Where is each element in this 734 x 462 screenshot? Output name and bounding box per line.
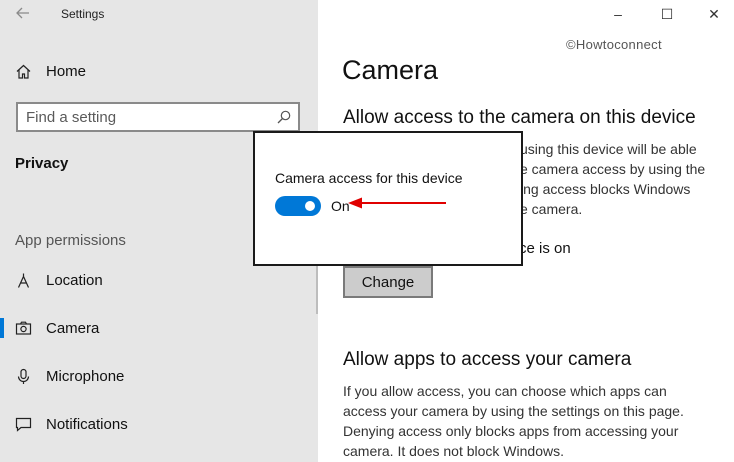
sidebar-item-camera[interactable]: Camera bbox=[0, 310, 318, 346]
minimize-button[interactable]: – bbox=[604, 4, 632, 24]
app-title: Settings bbox=[61, 7, 105, 21]
section-title: Privacy bbox=[15, 155, 69, 172]
sidebar-item-home[interactable]: Home bbox=[0, 53, 318, 89]
change-button[interactable]: Change bbox=[343, 266, 433, 298]
sidebar-item-label: Location bbox=[46, 271, 103, 289]
search-input[interactable] bbox=[26, 107, 266, 127]
active-indicator bbox=[0, 318, 4, 338]
device-access-description: using this device will be able e camera … bbox=[520, 139, 720, 219]
camera-access-toggle[interactable] bbox=[275, 196, 321, 216]
page-title: Camera bbox=[342, 55, 439, 85]
sidebar-item-label: Notifications bbox=[46, 415, 128, 433]
search-icon[interactable] bbox=[276, 109, 292, 125]
microphone-icon bbox=[14, 367, 32, 385]
section-heading-device-access: Allow access to the camera on this devic… bbox=[343, 107, 696, 128]
toggle-knob bbox=[305, 201, 315, 211]
home-icon bbox=[14, 62, 32, 80]
description-line: e camera access by using the bbox=[520, 161, 706, 177]
watermark: ©Howtoconnect bbox=[566, 37, 662, 52]
location-icon bbox=[14, 271, 32, 289]
maximize-button[interactable]: ☐ bbox=[653, 4, 681, 24]
description-line: e camera. bbox=[520, 201, 583, 217]
device-access-status: ce is on bbox=[519, 240, 571, 257]
sidebar-scrollbar[interactable] bbox=[316, 258, 318, 314]
description-line: using this device will be able bbox=[520, 141, 697, 157]
description-line: ing access blocks Windows bbox=[520, 181, 691, 197]
sidebar-item-notifications[interactable]: Notifications bbox=[0, 406, 318, 442]
red-arrow-annotation bbox=[348, 197, 446, 209]
sidebar-item-location[interactable]: Location bbox=[0, 262, 318, 298]
section-heading-app-access: Allow apps to access your camera bbox=[343, 349, 632, 370]
sidebar-item-label: Microphone bbox=[46, 367, 125, 385]
close-button[interactable]: ✕ bbox=[700, 4, 728, 24]
camera-icon bbox=[14, 319, 32, 337]
search-box[interactable] bbox=[16, 102, 300, 132]
app-access-description: If you allow access, you can choose whic… bbox=[343, 383, 684, 459]
dialog-label: Camera access for this device bbox=[275, 170, 463, 186]
back-arrow-icon[interactable] bbox=[14, 5, 32, 23]
sidebar-item-label: Home bbox=[46, 62, 87, 80]
group-label: App permissions bbox=[15, 232, 126, 249]
notifications-icon bbox=[14, 415, 32, 433]
sidebar-item-label: Camera bbox=[46, 319, 100, 337]
sidebar-item-microphone[interactable]: Microphone bbox=[0, 358, 318, 394]
